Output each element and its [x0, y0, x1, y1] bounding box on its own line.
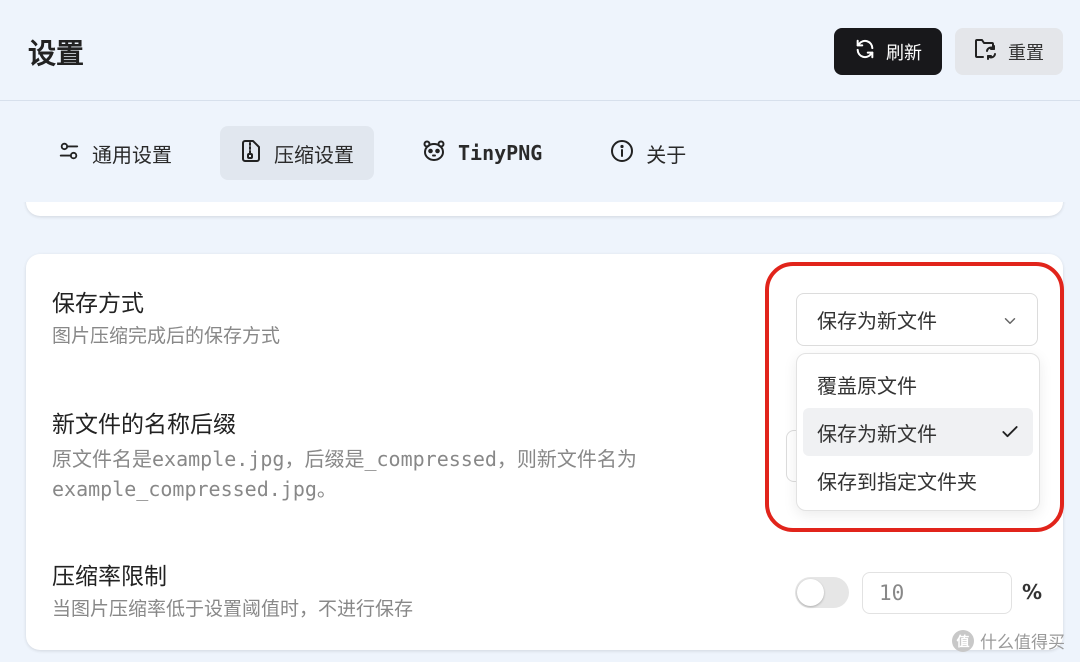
settings-tabs: 通用设置 压缩设置 TinyPNG 关于	[38, 126, 734, 182]
refresh-label: 刷新	[886, 42, 922, 64]
ratio-limit-title: 压缩率限制	[52, 564, 167, 590]
option-overwrite[interactable]: 覆盖原文件	[803, 360, 1033, 408]
watermark: 值 什么值得买	[952, 628, 1065, 653]
tab-compression-label: 压缩设置	[274, 142, 354, 167]
ratio-limit-toggle[interactable]	[795, 577, 849, 608]
tab-tinypng-label: TinyPNG	[458, 141, 543, 165]
header-bar: 设置 刷新 重置	[0, 0, 1080, 101]
refresh-button[interactable]: 刷新	[834, 28, 942, 75]
save-mode-dropdown: 覆盖原文件 保存为新文件 保存到指定文件夹	[796, 353, 1040, 511]
ratio-limit-input[interactable]	[862, 572, 1012, 614]
save-mode-selected-value: 保存为新文件	[817, 309, 937, 333]
ratio-limit-desc: 当图片压缩率低于设置阈值时，不进行保存	[52, 598, 414, 620]
save-mode-desc: 图片压缩完成后的保存方式	[52, 325, 281, 347]
page-title: 设置	[28, 37, 85, 70]
tab-general-label: 通用设置	[92, 142, 172, 167]
save-mode-title: 保存方式	[52, 291, 144, 317]
chevron-down-icon	[1001, 311, 1019, 335]
suffix-title: 新文件的名称后缀	[52, 412, 236, 438]
option-label: 保存到指定文件夹	[817, 469, 977, 494]
tab-tinypng[interactable]: TinyPNG	[402, 126, 562, 180]
refresh-icon	[854, 38, 876, 65]
save-mode-select[interactable]: 保存为新文件	[796, 293, 1038, 346]
info-icon	[610, 139, 634, 168]
folder-sync-icon	[974, 38, 998, 65]
percent-unit: %	[1022, 580, 1043, 604]
file-zip-icon	[240, 139, 262, 168]
reset-label: 重置	[1008, 42, 1044, 64]
sliders-icon	[58, 140, 80, 167]
watermark-text: 什么值得买	[980, 633, 1065, 653]
suffix-desc-line1: 原文件名是example.jpg，后缀是_compressed，则新文件名为	[52, 447, 637, 471]
tab-compression[interactable]: 压缩设置	[220, 126, 374, 180]
check-icon	[999, 422, 1021, 447]
tab-about-label: 关于	[646, 142, 687, 167]
option-save-folder[interactable]: 保存到指定文件夹	[803, 456, 1033, 504]
tab-about[interactable]: 关于	[590, 126, 706, 180]
suffix-desc-line2: example_compressed.jpg。	[52, 477, 337, 501]
reset-button[interactable]: 重置	[955, 28, 1063, 75]
option-save-new[interactable]: 保存为新文件	[803, 408, 1033, 456]
toggle-knob	[797, 579, 824, 606]
watermark-logo: 值	[952, 629, 974, 652]
option-label: 保存为新文件	[817, 421, 937, 446]
tab-general[interactable]: 通用设置	[38, 126, 192, 180]
panda-icon	[422, 139, 446, 168]
option-label: 覆盖原文件	[817, 373, 917, 398]
